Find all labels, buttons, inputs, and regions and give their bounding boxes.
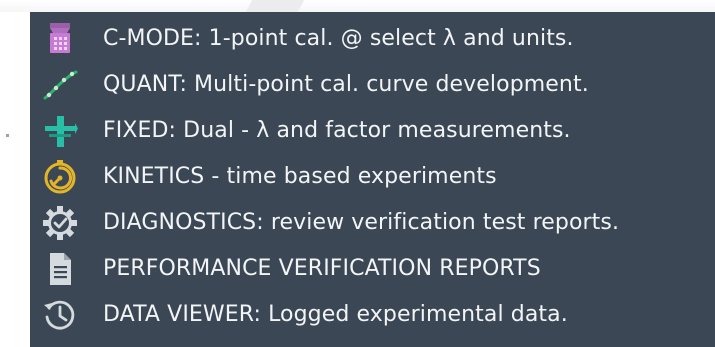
menu-item-label: KINETICS - time based experiments — [103, 164, 497, 189]
top-fade — [0, 0, 715, 12]
menu-item-fixed[interactable]: FIXED: Dual - λ and factor measurements. — [30, 108, 715, 154]
menu-item-label: FIXED: Dual - λ and factor measurements. — [103, 118, 571, 143]
menu-item-label: DATA VIEWER: Logged experimental data. — [103, 302, 568, 327]
history-clock-icon — [42, 297, 78, 333]
gear-check-icon — [42, 205, 78, 241]
menu-item-label: DIAGNOSTICS: review verification test re… — [103, 210, 620, 235]
stopwatch-icon — [42, 159, 78, 195]
menu-item-label: QUANT: Multi-point cal. curve developmen… — [103, 72, 589, 97]
menu-item-performance-verification-reports[interactable]: PERFORMANCE VERIFICATION REPORTS — [30, 246, 715, 292]
document-icon — [42, 251, 78, 287]
menu-item-c-mode[interactable]: C-MODE: 1-point cal. @ select λ and unit… — [30, 16, 715, 62]
menu-item-quant[interactable]: QUANT: Multi-point cal. curve developmen… — [30, 62, 715, 108]
fixed-dual-icon — [42, 113, 78, 149]
menu-item-diagnostics[interactable]: DIAGNOSTICS: review verification test re… — [30, 200, 715, 246]
menu-item-label: PERFORMANCE VERIFICATION REPORTS — [103, 256, 541, 281]
mode-menu-panel: C-MODE: 1-point cal. @ select λ and unit… — [30, 12, 715, 347]
menu-item-kinetics[interactable]: KINETICS - time based experiments — [30, 154, 715, 200]
menu-item-data-viewer[interactable]: DATA VIEWER: Logged experimental data. — [30, 292, 715, 338]
menu-item-label: C-MODE: 1-point cal. @ select λ and unit… — [103, 26, 574, 51]
stray-dot — [6, 134, 9, 137]
c-mode-icon — [42, 21, 78, 57]
calibration-curve-icon — [42, 67, 78, 103]
